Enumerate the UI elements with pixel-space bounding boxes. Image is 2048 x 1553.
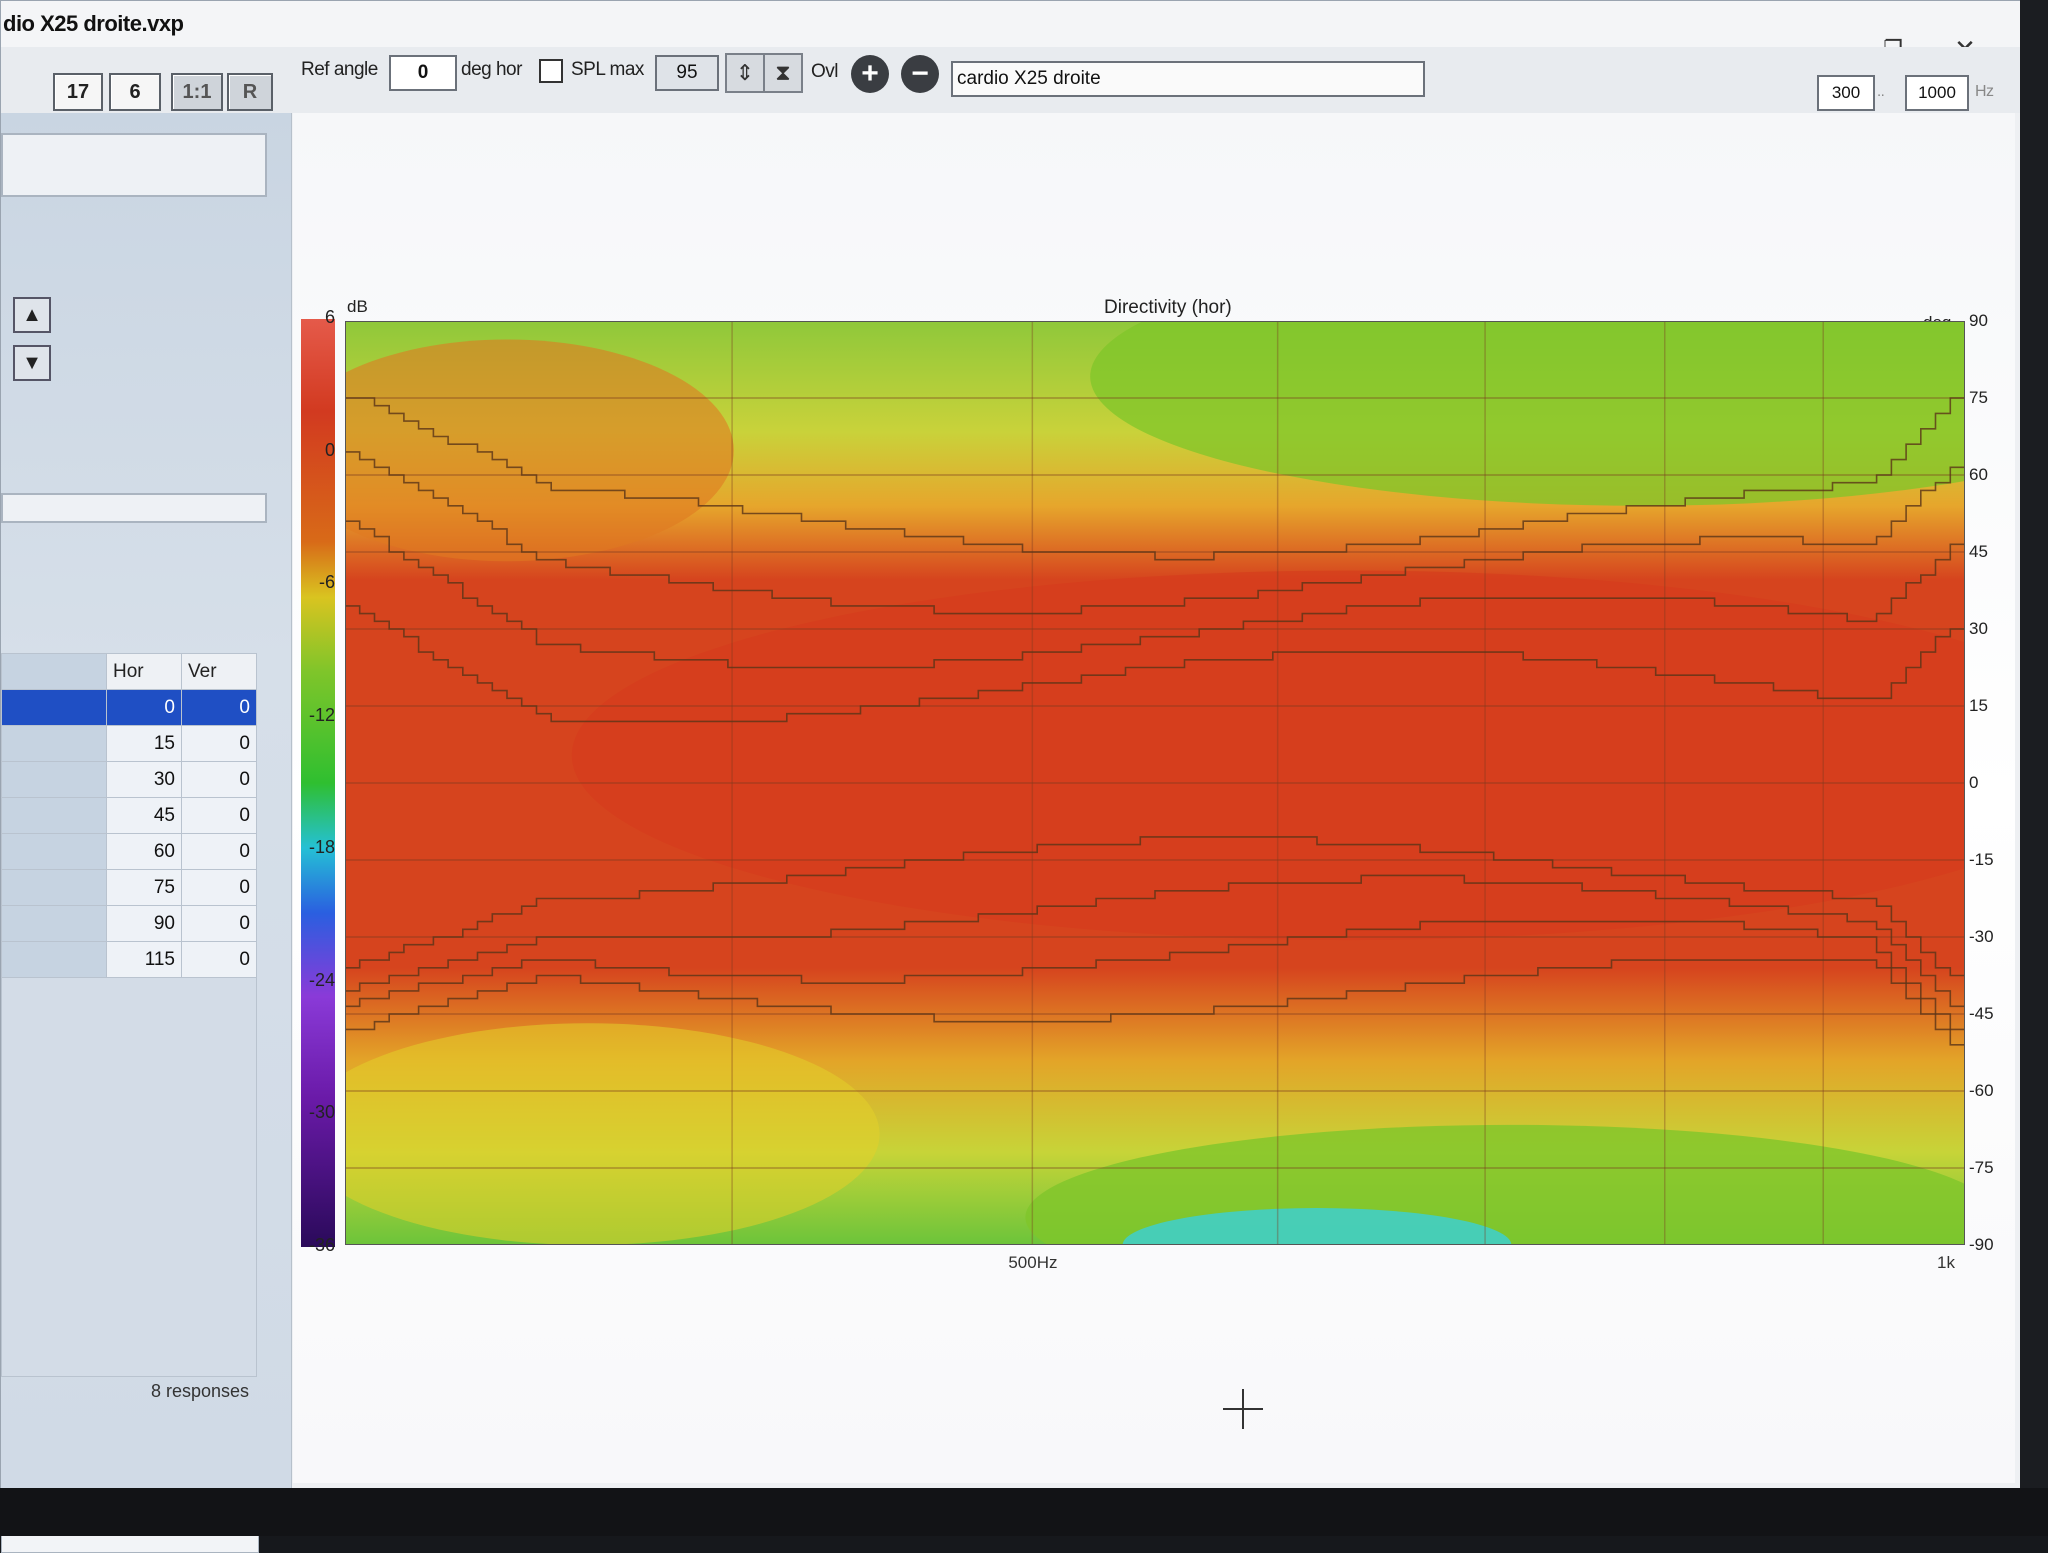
y-tick-label: 90 — [1969, 311, 1988, 330]
table-row[interactable]: 45 0 — [1, 797, 257, 834]
table-row[interactable]: 60 0 — [1, 833, 257, 870]
crosshair-cursor — [1223, 1389, 1263, 1429]
freq-min-input[interactable]: 300 — [1817, 75, 1875, 111]
response-table: Hor Ver 0 0 15 0 30 0 45 0 60 0 75 0 90 … — [1, 653, 257, 1377]
arrow-down-icon: ▼ — [22, 351, 42, 374]
hor-cell[interactable]: 75 — [106, 869, 182, 906]
colorbar-tick: 6 — [324, 307, 335, 327]
ratio-button[interactable]: 1:1 — [171, 73, 223, 111]
move-up-button[interactable]: ▲ — [13, 297, 51, 333]
table-header: Hor Ver — [1, 653, 257, 690]
plus-icon[interactable]: + — [851, 55, 889, 93]
colorbar-tick: -18 — [308, 837, 335, 858]
sidebar-filter-field[interactable] — [1, 493, 267, 523]
row-name-cell — [1, 797, 107, 834]
directivity-heatmap[interactable] — [345, 321, 1965, 1245]
table-row[interactable]: 0 0 — [1, 689, 257, 726]
row-name-cell — [1, 725, 107, 762]
header-name — [1, 653, 107, 690]
hor-cell[interactable]: 0 — [106, 689, 182, 726]
spl-max-label: SPL max — [571, 59, 644, 80]
screen-bezel — [0, 1488, 2048, 1536]
colorbar-unit: dB — [347, 297, 368, 316]
hor-cell[interactable]: 60 — [106, 833, 182, 870]
ver-cell[interactable]: 0 — [181, 833, 257, 870]
y-tick-label: -75 — [1969, 1158, 1994, 1177]
table-row[interactable]: 15 0 — [1, 725, 257, 762]
freq-range-separator: .. — [1877, 83, 1885, 100]
title-bar: dio X25 droite.vxp — ❐ ✕ — [1, 1, 2021, 64]
count-box-2[interactable]: 6 — [109, 73, 161, 111]
hor-cell[interactable]: 30 — [106, 761, 182, 798]
ref-angle-label: Ref angle — [301, 59, 378, 80]
window-title: dio X25 droite.vxp — [3, 11, 184, 36]
freq-unit-label: Hz — [1975, 83, 1994, 100]
y-tick-label: -45 — [1969, 1004, 1994, 1023]
ver-cell[interactable]: 0 — [181, 869, 257, 906]
hor-cell[interactable]: 45 — [106, 797, 182, 834]
y-tick-label: 15 — [1969, 696, 1988, 715]
colorbar-tick: -36 — [308, 1235, 335, 1255]
response-count: 8 responses — [151, 1381, 250, 1401]
hor-cell[interactable]: 115 — [106, 941, 182, 978]
r-button[interactable]: R — [227, 73, 273, 111]
y-tick-label: 45 — [1969, 542, 1988, 561]
hourglass-icon[interactable]: ⧗ — [763, 53, 803, 93]
colorbar-tick: -12 — [308, 704, 335, 725]
colorbar-tick: 0 — [324, 439, 335, 460]
y-tick-label: -15 — [1969, 850, 1994, 869]
spl-max-checkbox[interactable] — [539, 59, 563, 83]
move-down-button[interactable]: ▼ — [13, 345, 51, 381]
colorbar-tick: -24 — [308, 969, 335, 990]
freq-max-input[interactable]: 1000 — [1905, 75, 1969, 111]
table-row[interactable]: 90 0 — [1, 905, 257, 942]
y-tick-label: 0 — [1969, 773, 1979, 792]
table-row[interactable]: 30 0 — [1, 761, 257, 798]
colorbar-tick: -6 — [318, 572, 335, 593]
y-tick-label: 60 — [1969, 465, 1988, 484]
count-box-1[interactable]: 17 — [53, 73, 103, 111]
toolbar: 17 6 1:1 R Ref angle 0 deg hor SPL max 9… — [1, 47, 2021, 113]
sidebar-textbox[interactable] — [1, 133, 267, 197]
header-hor[interactable]: Hor — [106, 653, 182, 690]
ovl-label: Ovl — [811, 61, 839, 82]
ref-angle-input[interactable]: 0 — [389, 55, 457, 91]
ver-cell[interactable]: 0 — [181, 797, 257, 834]
ver-cell[interactable]: 0 — [181, 905, 257, 942]
table-row[interactable]: 115 0 — [1, 941, 257, 978]
spl-max-input[interactable]: 95 — [655, 55, 719, 91]
spinner-icon[interactable]: ⇕ — [725, 53, 765, 93]
table-empty-area — [1, 977, 257, 1377]
row-name-cell — [1, 833, 107, 870]
ver-cell[interactable]: 0 — [181, 725, 257, 762]
hor-cell[interactable]: 15 — [106, 725, 182, 762]
app-window: dio X25 droite.vxp — ❐ ✕ 17 6 1:1 R Ref … — [0, 0, 2022, 1553]
ver-cell[interactable]: 0 — [181, 941, 257, 978]
response-name-input[interactable]: cardio X25 droite — [951, 61, 1425, 97]
x-tick-label: 1k — [1937, 1253, 1955, 1272]
y-tick-label: 30 — [1969, 619, 1988, 638]
minus-icon[interactable]: − — [901, 55, 939, 93]
ver-cell[interactable]: 0 — [181, 761, 257, 798]
row-name-cell — [1, 761, 107, 798]
screen-frame-right — [2020, 0, 2048, 1536]
table-row[interactable]: 75 0 — [1, 869, 257, 906]
deg-hor-label: deg hor — [461, 59, 522, 80]
y-tick-label: 75 — [1969, 388, 1988, 407]
hor-cell[interactable]: 90 — [106, 905, 182, 942]
y-tick-label: -60 — [1969, 1081, 1994, 1100]
arrow-up-icon: ▲ — [22, 303, 42, 326]
ver-cell[interactable]: 0 — [181, 689, 257, 726]
row-name-cell — [1, 689, 107, 726]
row-name-cell — [1, 941, 107, 978]
row-name-cell — [1, 869, 107, 906]
y-tick-label: -90 — [1969, 1235, 1994, 1254]
sidebar: ▲ ▼ Hor Ver 0 0 15 0 30 0 45 0 60 0 75 0… — [1, 113, 292, 1553]
colorbar-tick: -30 — [308, 1102, 335, 1123]
header-ver[interactable]: Ver — [181, 653, 257, 690]
chart-title: Directivity (hor) — [1104, 297, 1232, 318]
x-tick-label: 500Hz — [1008, 1253, 1058, 1272]
y-tick-label: -30 — [1969, 927, 1994, 946]
row-name-cell — [1, 905, 107, 942]
